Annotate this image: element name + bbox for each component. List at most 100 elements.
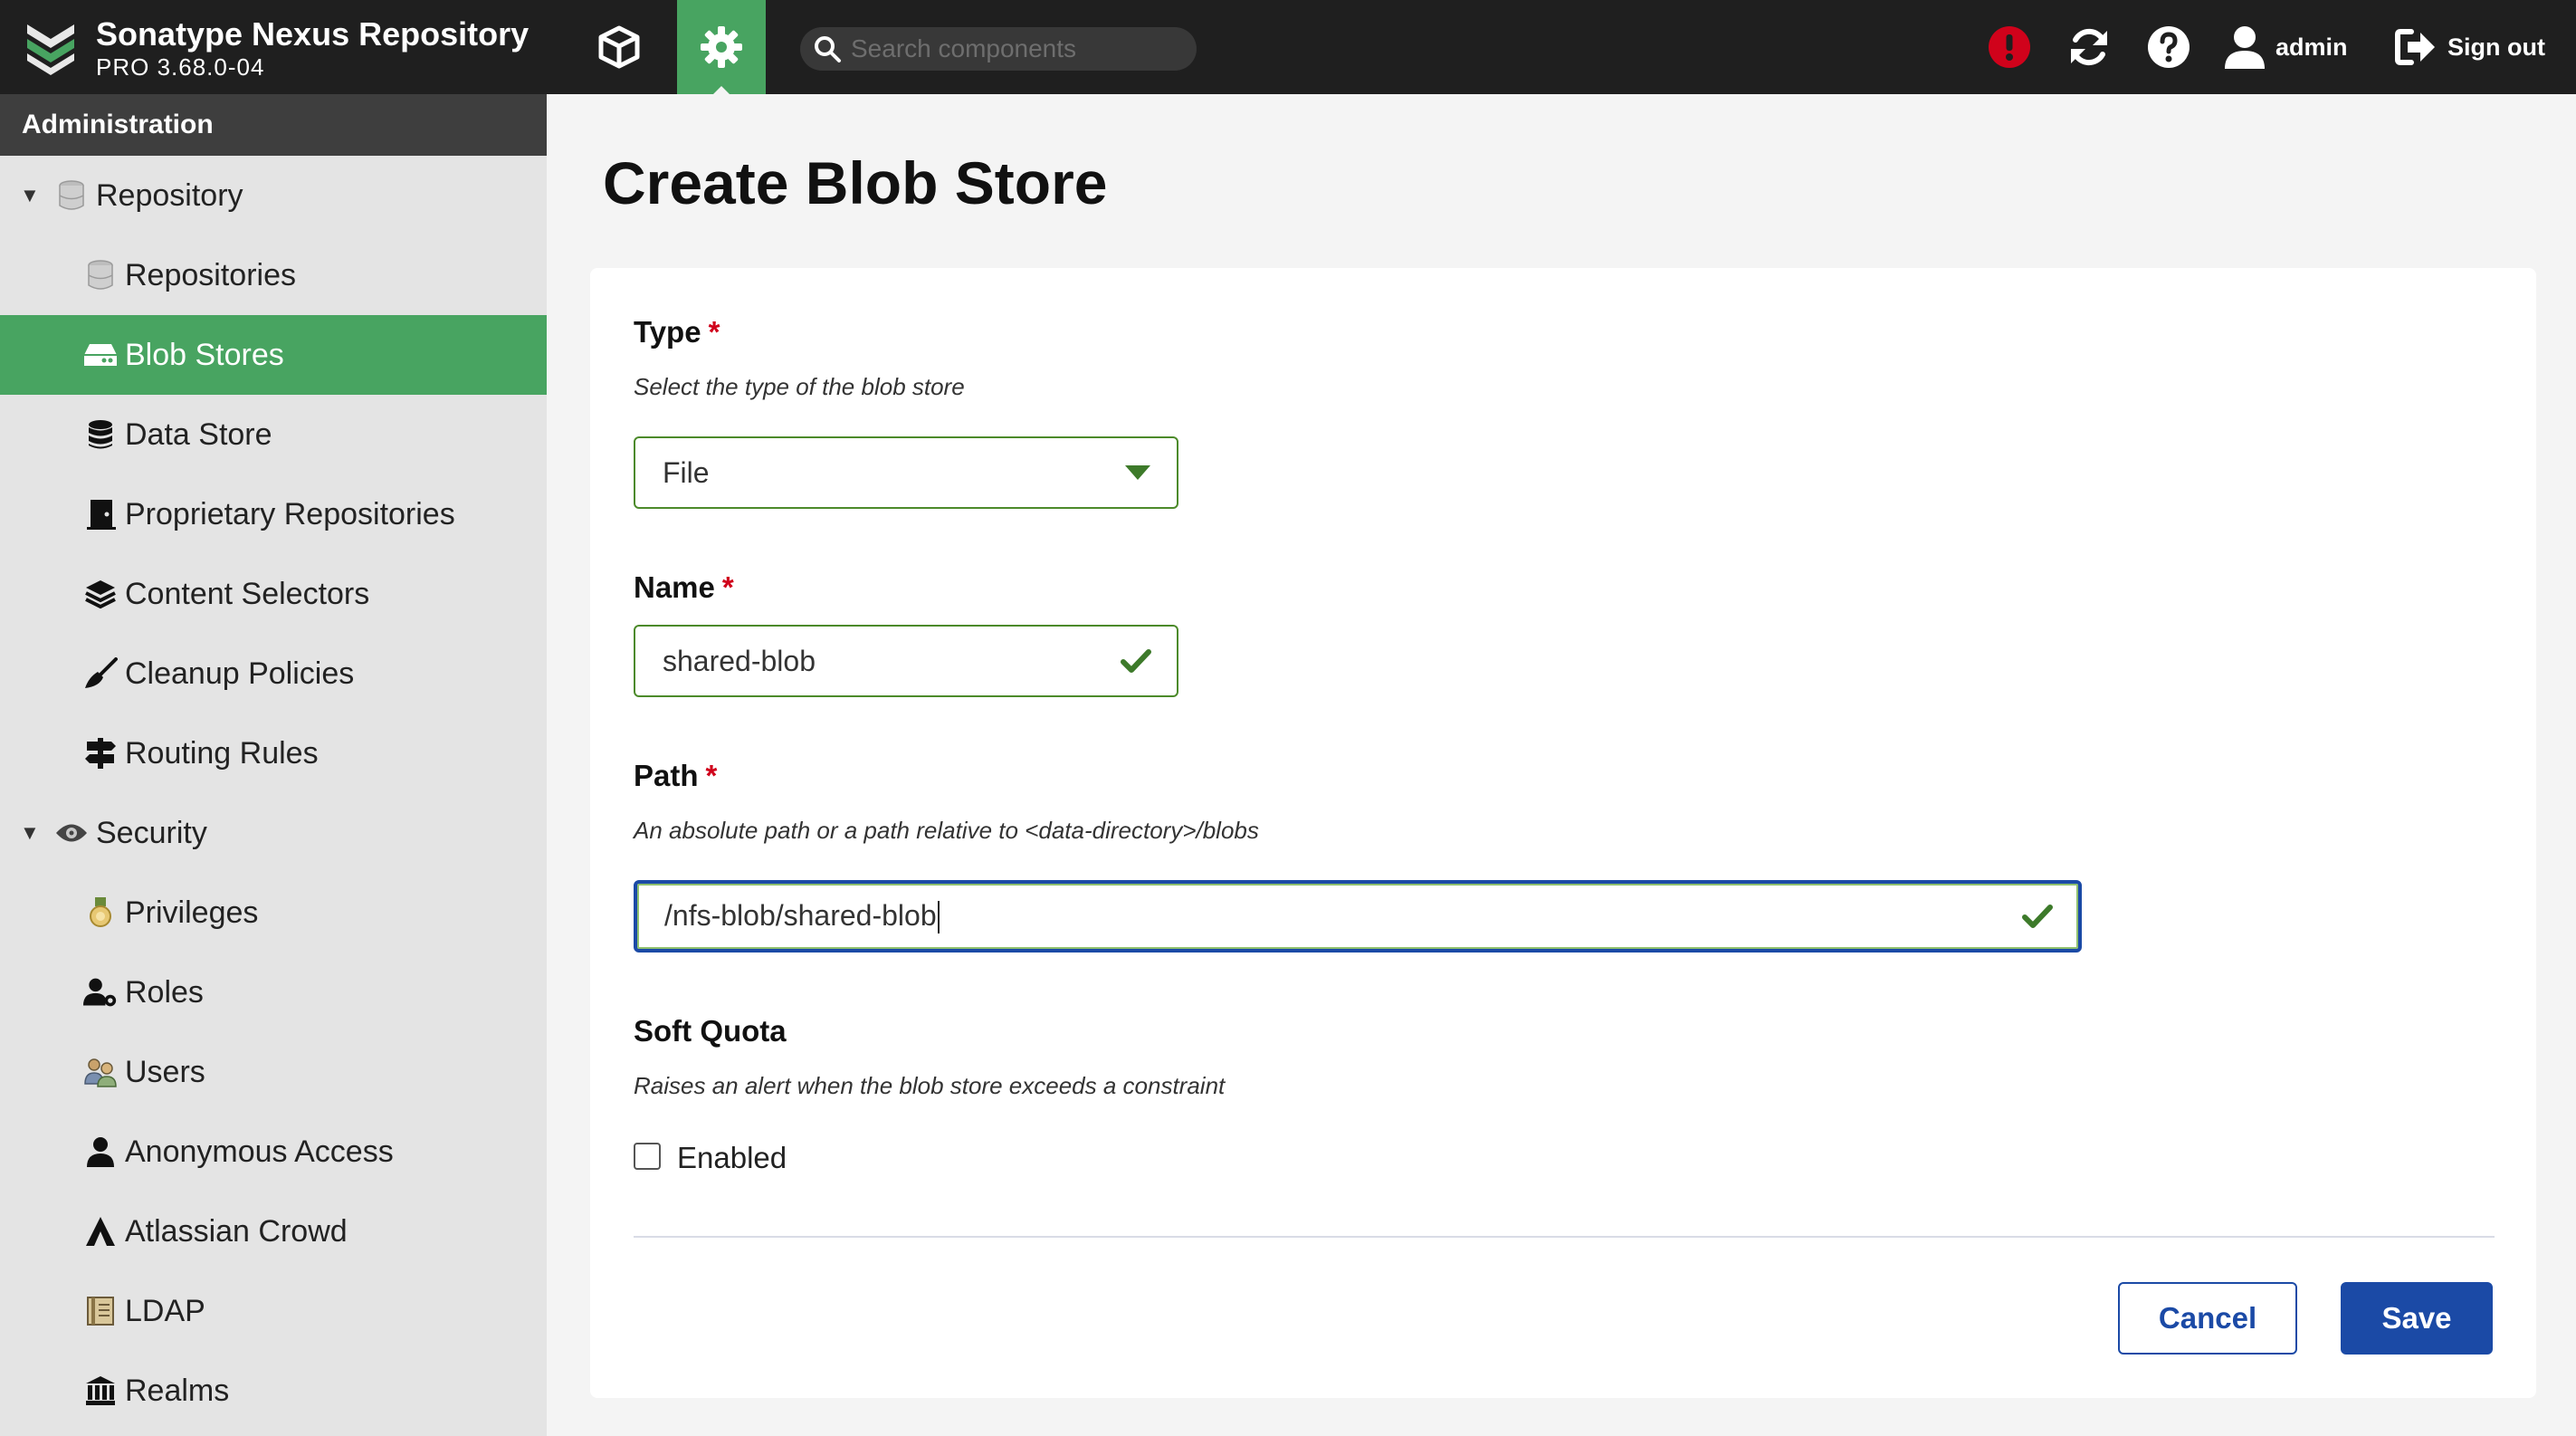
name-input-value: shared-blob bbox=[663, 644, 816, 677]
medal-icon bbox=[83, 895, 118, 930]
database-icon bbox=[54, 178, 89, 213]
layers-icon bbox=[83, 577, 118, 611]
refresh-icon bbox=[2071, 28, 2107, 66]
path-input[interactable]: /nfs-blob/shared-blob bbox=[634, 880, 2082, 953]
sidebar-item-label: Privileges bbox=[125, 895, 259, 930]
sidebar-item-realms[interactable]: Realms bbox=[0, 1351, 547, 1431]
required-mark: * bbox=[705, 759, 718, 792]
nexus-logo-icon bbox=[27, 24, 74, 75]
browse-button[interactable] bbox=[579, 0, 659, 94]
administration-button[interactable] bbox=[677, 0, 766, 94]
sidebar-item-cleanup-policies[interactable]: Cleanup Policies bbox=[0, 634, 547, 713]
sidebar-item-data-store[interactable]: Data Store bbox=[0, 395, 547, 474]
sidebar-item-routing-rules[interactable]: Routing Rules bbox=[0, 713, 547, 793]
sidebar-item-label: LDAP bbox=[125, 1293, 205, 1328]
page-title: Create Blob Store bbox=[603, 149, 1108, 216]
signpost-icon bbox=[83, 736, 118, 771]
sidebar-title: Administration bbox=[0, 94, 547, 156]
system-alert-button[interactable] bbox=[1986, 24, 2033, 71]
top-header: Sonatype Nexus Repository PRO 3.68.0-04 bbox=[0, 0, 2576, 94]
name-input[interactable]: shared-blob bbox=[634, 625, 1178, 697]
crowd-icon bbox=[83, 1214, 118, 1249]
brand[interactable]: Sonatype Nexus Repository PRO 3.68.0-04 bbox=[22, 15, 529, 81]
sidebar-item-users[interactable]: Users bbox=[0, 1032, 547, 1112]
hard-drive-icon bbox=[83, 338, 118, 372]
sidebar-item-anonymous-access[interactable]: Anonymous Access bbox=[0, 1112, 547, 1192]
path-description: An absolute path or a path relative to <… bbox=[634, 817, 1259, 844]
soft-quota-description: Raises an alert when the blob store exce… bbox=[634, 1072, 1226, 1099]
sidebar-item-blob-stores[interactable]: Blob Stores bbox=[0, 315, 547, 395]
alert-icon bbox=[1989, 26, 2030, 68]
sidebar-item-label: Cleanup Policies bbox=[125, 656, 355, 691]
door-icon bbox=[83, 497, 118, 531]
path-input-value: /nfs-blob/shared-blob bbox=[664, 899, 2022, 934]
search-input[interactable] bbox=[851, 34, 1177, 63]
sidebar-item-label: Anonymous Access bbox=[125, 1134, 394, 1169]
sidebar-item-label: Proprietary Repositories bbox=[125, 496, 455, 531]
caret-down-icon bbox=[1125, 465, 1150, 480]
gear-icon bbox=[701, 26, 742, 68]
user-menu[interactable]: admin bbox=[2225, 0, 2348, 94]
type-select-value: File bbox=[663, 455, 710, 489]
name-label: Name * bbox=[634, 570, 734, 604]
sidebar-item-label: Atlassian Crowd bbox=[125, 1213, 348, 1249]
brand-text: Sonatype Nexus Repository PRO 3.68.0-04 bbox=[96, 15, 529, 81]
required-mark: * bbox=[708, 315, 720, 349]
users-cog-icon bbox=[83, 975, 118, 1010]
sign-out-button[interactable]: Sign out bbox=[2395, 0, 2545, 94]
sidebar-item-atlassian-crowd[interactable]: Atlassian Crowd bbox=[0, 1192, 547, 1271]
sidebar-item-label: Realms bbox=[125, 1373, 230, 1408]
sidebar-item-label: Routing Rules bbox=[125, 735, 319, 771]
caret-down-icon: ▼ bbox=[20, 184, 40, 206]
help-icon bbox=[2148, 26, 2190, 68]
checkmark-icon bbox=[1121, 649, 1151, 673]
sidebar-item-repositories[interactable]: Repositories bbox=[0, 235, 547, 315]
sidebar-item-label: Data Store bbox=[125, 416, 272, 452]
user-name: admin bbox=[2275, 33, 2348, 61]
admin-sidebar: Administration ▼ Repository Repositories… bbox=[0, 94, 547, 1436]
database-stack-icon bbox=[83, 417, 118, 452]
sidebar-item-proprietary-repositories[interactable]: Proprietary Repositories bbox=[0, 474, 547, 554]
user-icon bbox=[83, 1134, 118, 1169]
sidebar-item-ldap[interactable]: LDAP bbox=[0, 1271, 547, 1351]
sidebar-item-privileges[interactable]: Privileges bbox=[0, 873, 547, 953]
refresh-button[interactable] bbox=[2066, 24, 2113, 71]
sign-out-label: Sign out bbox=[2447, 33, 2545, 61]
sidebar-group-security[interactable]: ▼ Security bbox=[0, 793, 547, 873]
soft-quota-enabled-checkbox[interactable] bbox=[634, 1143, 661, 1170]
sign-out-icon bbox=[2395, 29, 2435, 65]
users-icon bbox=[83, 1055, 118, 1089]
save-button[interactable]: Save bbox=[2341, 1282, 2493, 1355]
type-label: Type * bbox=[634, 315, 720, 349]
create-blob-store-form: Type * Select the type of the blob store … bbox=[590, 268, 2536, 1398]
path-label: Path * bbox=[634, 759, 718, 792]
app-version: PRO 3.68.0-04 bbox=[96, 53, 265, 81]
book-icon bbox=[83, 1294, 118, 1328]
soft-quota-enabled-label[interactable]: Enabled bbox=[677, 1141, 787, 1175]
form-divider bbox=[634, 1236, 2495, 1238]
realm-icon bbox=[83, 1374, 118, 1408]
sidebar-item-label: Roles bbox=[125, 974, 204, 1010]
sidebar-item-label: Repositories bbox=[125, 257, 296, 292]
soft-quota-label: Soft Quota bbox=[634, 1014, 787, 1048]
sidebar-item-roles[interactable]: Roles bbox=[0, 953, 547, 1032]
sidebar-item-label: Blob Stores bbox=[125, 337, 284, 372]
help-button[interactable] bbox=[2145, 24, 2192, 71]
sidebar-item-label: Users bbox=[125, 1054, 205, 1089]
app-name: Sonatype Nexus Repository bbox=[96, 15, 530, 53]
cancel-button[interactable]: Cancel bbox=[2118, 1282, 2297, 1355]
user-icon bbox=[2225, 26, 2265, 69]
sidebar-item-content-selectors[interactable]: Content Selectors bbox=[0, 554, 547, 634]
type-select[interactable]: File bbox=[634, 436, 1178, 509]
sidebar-item-label: Repository bbox=[96, 177, 243, 213]
caret-down-icon: ▼ bbox=[20, 821, 40, 844]
required-mark: * bbox=[721, 570, 734, 604]
sidebar-item-label: Content Selectors bbox=[125, 576, 370, 611]
search-icon bbox=[815, 36, 841, 62]
database-icon bbox=[83, 258, 118, 292]
sidebar-group-repository[interactable]: ▼ Repository bbox=[0, 156, 547, 235]
eye-icon bbox=[54, 816, 89, 850]
search-box[interactable] bbox=[800, 27, 1197, 71]
type-description: Select the type of the blob store bbox=[634, 373, 965, 400]
checkmark-icon bbox=[2022, 905, 2053, 928]
